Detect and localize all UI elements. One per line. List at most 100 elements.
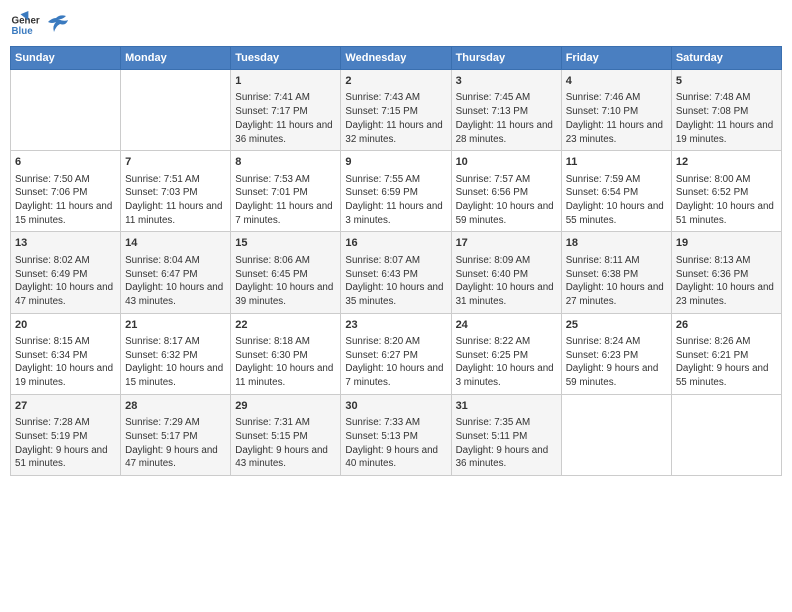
calendar-week-1: 1 Sunrise: 7:41 AM Sunset: 7:17 PM Daylig… (11, 70, 782, 151)
day-number: 8 (235, 155, 336, 170)
day-number: 17 (456, 236, 557, 251)
day-number: 15 (235, 236, 336, 251)
day-info: Sunrise: 8:04 AM Sunset: 6:47 PM Dayligh… (125, 254, 226, 309)
calendar-cell: 4 Sunrise: 7:46 AM Sunset: 7:10 PM Daylig… (561, 70, 671, 151)
column-header-sunday: Sunday (11, 47, 121, 70)
day-info: Sunrise: 8:09 AM Sunset: 6:40 PM Dayligh… (456, 254, 557, 309)
calendar-cell: 22Sunrise: 8:18 AM Sunset: 6:30 PM Dayli… (231, 313, 341, 394)
day-number: 2 (345, 74, 446, 89)
page-header: General Blue (10, 10, 782, 40)
calendar-cell: 27 Sunrise: 7:28 AM Sunset: 5:19 PM Dayli… (11, 394, 121, 475)
calendar-cell (671, 394, 781, 475)
day-number: 6 (15, 155, 116, 170)
calendar-cell: 30 Sunrise: 7:33 AM Sunset: 5:13 PM Dayli… (341, 394, 451, 475)
logo: General Blue (10, 10, 68, 40)
day-number: 23 (345, 318, 446, 333)
calendar-cell: 29 Sunrise: 7:31 AM Sunset: 5:15 PM Dayli… (231, 394, 341, 475)
day-info: Sunrise: 8:17 AM Sunset: 6:32 PM Dayligh… (125, 335, 226, 390)
day-info: Sunrise: 7:59 AM Sunset: 6:54 PM Dayligh… (566, 173, 667, 228)
day-info: Sunrise: 7:55 AM Sunset: 6:59 PM Dayligh… (345, 173, 446, 228)
day-info: Sunrise: 7:33 AM Sunset: 5:13 PM Dayligh… (345, 416, 446, 471)
day-number: 1 (235, 74, 336, 89)
calendar-cell: 19 Sunrise: 8:13 AM Sunset: 6:36 PM Dayli… (671, 232, 781, 313)
day-number: 24 (456, 318, 557, 333)
day-number: 13 (15, 236, 116, 251)
calendar-cell: 9 Sunrise: 7:55 AM Sunset: 6:59 PM Daylig… (341, 151, 451, 232)
column-header-saturday: Saturday (671, 47, 781, 70)
svg-text:Blue: Blue (12, 26, 34, 37)
column-header-tuesday: Tuesday (231, 47, 341, 70)
calendar-cell: 20Sunrise: 8:15 AM Sunset: 6:34 PM Dayli… (11, 313, 121, 394)
logo-bird-icon (48, 14, 68, 36)
calendar-cell (121, 70, 231, 151)
calendar-week-5: 27 Sunrise: 7:28 AM Sunset: 5:19 PM Dayli… (11, 394, 782, 475)
day-info: Sunrise: 7:48 AM Sunset: 7:08 PM Dayligh… (676, 91, 777, 146)
header-row: SundayMondayTuesdayWednesdayThursdayFrid… (11, 47, 782, 70)
day-info: Sunrise: 8:02 AM Sunset: 6:49 PM Dayligh… (15, 254, 116, 309)
day-number: 18 (566, 236, 667, 251)
day-number: 21 (125, 318, 226, 333)
day-info: Sunrise: 8:22 AM Sunset: 6:25 PM Dayligh… (456, 335, 557, 390)
day-info: Sunrise: 7:31 AM Sunset: 5:15 PM Dayligh… (235, 416, 336, 471)
day-number: 16 (345, 236, 446, 251)
calendar-cell: 14 Sunrise: 8:04 AM Sunset: 6:47 PM Dayli… (121, 232, 231, 313)
day-info: Sunrise: 7:43 AM Sunset: 7:15 PM Dayligh… (345, 91, 446, 146)
day-info: Sunrise: 7:41 AM Sunset: 7:17 PM Dayligh… (235, 91, 336, 146)
calendar-cell: 10 Sunrise: 7:57 AM Sunset: 6:56 PM Dayli… (451, 151, 561, 232)
calendar-cell: 8 Sunrise: 7:53 AM Sunset: 7:01 PM Daylig… (231, 151, 341, 232)
day-number: 27 (15, 399, 116, 414)
column-header-friday: Friday (561, 47, 671, 70)
day-info: Sunrise: 8:06 AM Sunset: 6:45 PM Dayligh… (235, 254, 336, 309)
calendar-cell: 18 Sunrise: 8:11 AM Sunset: 6:38 PM Dayli… (561, 232, 671, 313)
day-number: 5 (676, 74, 777, 89)
day-info: Sunrise: 8:13 AM Sunset: 6:36 PM Dayligh… (676, 254, 777, 309)
day-info: Sunrise: 8:26 AM Sunset: 6:21 PM Dayligh… (676, 335, 777, 390)
day-info: Sunrise: 7:50 AM Sunset: 7:06 PM Dayligh… (15, 173, 116, 228)
calendar-cell: 16 Sunrise: 8:07 AM Sunset: 6:43 PM Dayli… (341, 232, 451, 313)
calendar-week-3: 13 Sunrise: 8:02 AM Sunset: 6:49 PM Dayli… (11, 232, 782, 313)
day-number: 4 (566, 74, 667, 89)
day-info: Sunrise: 7:57 AM Sunset: 6:56 PM Dayligh… (456, 173, 557, 228)
calendar-cell: 21 Sunrise: 8:17 AM Sunset: 6:32 PM Dayli… (121, 313, 231, 394)
day-number: 29 (235, 399, 336, 414)
calendar-cell: 31 Sunrise: 7:35 AM Sunset: 5:11 PM Dayli… (451, 394, 561, 475)
calendar-cell: 6 Sunrise: 7:50 AM Sunset: 7:06 PM Daylig… (11, 151, 121, 232)
day-info: Sunrise: 7:51 AM Sunset: 7:03 PM Dayligh… (125, 173, 226, 228)
day-number: 19 (676, 236, 777, 251)
day-info: Sunrise: 8:00 AM Sunset: 6:52 PM Dayligh… (676, 173, 777, 228)
day-number: 25 (566, 318, 667, 333)
day-number: 22 (235, 318, 336, 333)
day-info: Sunrise: 8:07 AM Sunset: 6:43 PM Dayligh… (345, 254, 446, 309)
calendar-cell: 17 Sunrise: 8:09 AM Sunset: 6:40 PM Dayli… (451, 232, 561, 313)
day-info: Sunrise: 8:11 AM Sunset: 6:38 PM Dayligh… (566, 254, 667, 309)
day-number: 30 (345, 399, 446, 414)
day-number: 31 (456, 399, 557, 414)
day-number: 10 (456, 155, 557, 170)
calendar-week-2: 6 Sunrise: 7:50 AM Sunset: 7:06 PM Daylig… (11, 151, 782, 232)
calendar-cell: 23Sunrise: 8:20 AM Sunset: 6:27 PM Dayli… (341, 313, 451, 394)
calendar-cell: 12Sunrise: 8:00 AM Sunset: 6:52 PM Dayli… (671, 151, 781, 232)
day-info: Sunrise: 7:29 AM Sunset: 5:17 PM Dayligh… (125, 416, 226, 471)
day-info: Sunrise: 7:46 AM Sunset: 7:10 PM Dayligh… (566, 91, 667, 146)
day-info: Sunrise: 7:28 AM Sunset: 5:19 PM Dayligh… (15, 416, 116, 471)
day-info: Sunrise: 7:35 AM Sunset: 5:11 PM Dayligh… (456, 416, 557, 471)
calendar-cell: 25 Sunrise: 8:24 AM Sunset: 6:23 PM Dayli… (561, 313, 671, 394)
calendar-cell: 2 Sunrise: 7:43 AM Sunset: 7:15 PM Daylig… (341, 70, 451, 151)
day-info: Sunrise: 8:24 AM Sunset: 6:23 PM Dayligh… (566, 335, 667, 390)
calendar-week-4: 20Sunrise: 8:15 AM Sunset: 6:34 PM Dayli… (11, 313, 782, 394)
logo-icon: General Blue (10, 10, 40, 40)
day-info: Sunrise: 7:53 AM Sunset: 7:01 PM Dayligh… (235, 173, 336, 228)
day-number: 26 (676, 318, 777, 333)
day-number: 9 (345, 155, 446, 170)
calendar-cell: 13 Sunrise: 8:02 AM Sunset: 6:49 PM Dayli… (11, 232, 121, 313)
column-header-monday: Monday (121, 47, 231, 70)
calendar-cell: 1 Sunrise: 7:41 AM Sunset: 7:17 PM Daylig… (231, 70, 341, 151)
calendar-cell: 26 Sunrise: 8:26 AM Sunset: 6:21 PM Dayli… (671, 313, 781, 394)
day-number: 14 (125, 236, 226, 251)
day-number: 3 (456, 74, 557, 89)
calendar-cell (561, 394, 671, 475)
column-header-thursday: Thursday (451, 47, 561, 70)
calendar-table: SundayMondayTuesdayWednesdayThursdayFrid… (10, 46, 782, 476)
column-header-wednesday: Wednesday (341, 47, 451, 70)
day-number: 7 (125, 155, 226, 170)
